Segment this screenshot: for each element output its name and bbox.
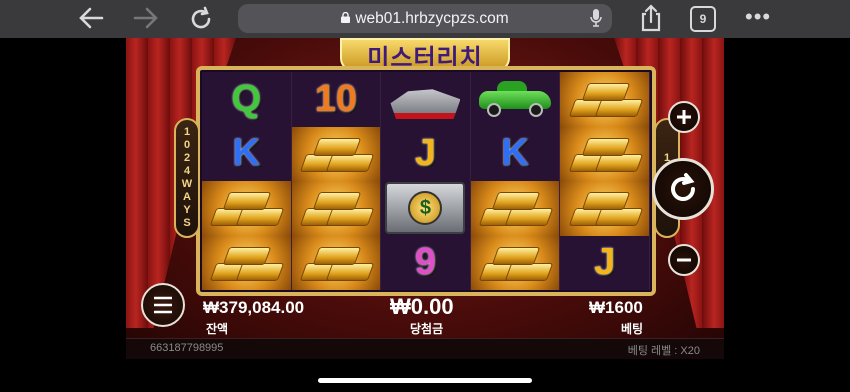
gold-bars-icon (568, 77, 643, 121)
gold-bars-icon (209, 241, 285, 285)
reel-cell (560, 72, 650, 127)
car-icon (479, 81, 552, 118)
bet-value: ₩1600 (589, 298, 643, 317)
more-options-icon[interactable]: ••• (745, 4, 771, 30)
menu-button[interactable] (141, 283, 185, 327)
tab-count-button[interactable]: 9 (690, 6, 716, 32)
win-value: ₩0.00 (390, 294, 454, 319)
microphone-icon[interactable] (590, 9, 602, 28)
spin-button[interactable] (652, 158, 714, 220)
reel-cell: $ (381, 181, 471, 236)
reel-grid: Q 10 K J K $9 J (202, 72, 650, 290)
reel-cell (381, 72, 471, 127)
reel-cell (470, 72, 561, 127)
gold-bars-icon (568, 132, 643, 176)
reel-cell (560, 126, 650, 181)
reel-cell: K (470, 126, 561, 181)
minus-icon (677, 258, 691, 262)
reel-cell (202, 181, 292, 236)
session-id: 663187798995 (150, 342, 224, 354)
reel-cell (291, 126, 382, 181)
back-arrow-icon[interactable] (76, 6, 106, 32)
reel-cell: Q (202, 72, 292, 127)
gold-bars-icon (478, 241, 554, 285)
ways-char: W (181, 178, 193, 190)
increase-bet-button[interactable] (668, 101, 700, 133)
gold-bars-icon (299, 186, 375, 230)
url-text: web01.hrbzycpzs.com (355, 9, 509, 27)
decrease-bet-button[interactable] (668, 244, 700, 276)
vault-icon: $ (385, 182, 466, 235)
ways-char: 2 (183, 152, 191, 164)
gold-bars-icon (568, 186, 643, 230)
share-icon[interactable] (636, 4, 666, 32)
reel-cell: K (202, 126, 292, 181)
bet-label: 베팅 (621, 322, 644, 336)
dollar-sign: $ (408, 191, 443, 226)
bet-level: 베팅 레벨 : X20 (627, 345, 700, 357)
symbol-q: Q (231, 77, 262, 120)
plus-icon (677, 110, 691, 124)
address-bar[interactable]: web01.hrbzycpzs.com (238, 4, 612, 33)
reel-cell (560, 181, 650, 236)
forward-arrow-icon[interactable] (131, 6, 161, 32)
symbol-j: J (414, 132, 437, 175)
balance-value: ₩379,084.00 (203, 298, 305, 317)
reel-cell (470, 181, 561, 236)
reel-cell: 10 (291, 72, 382, 127)
gold-bars-icon (299, 132, 375, 176)
symbol-9: 9 (414, 241, 437, 284)
gold-bars-icon (209, 186, 285, 230)
bottom-hud: ₩379,084.00 잔액 ₩0.00 당첨금 ₩1600 베팅 (126, 280, 724, 340)
ways-char: 4 (183, 165, 191, 177)
home-indicator[interactable] (318, 378, 532, 383)
reel-cell: J (381, 126, 471, 181)
gold-bars-icon (478, 186, 554, 230)
spin-icon (671, 173, 695, 201)
balance-label: 잔액 (206, 322, 229, 336)
symbol-k: K (501, 132, 529, 175)
ways-char: S (183, 217, 191, 229)
reload-icon[interactable] (186, 6, 216, 32)
info-bar: 663187798995 베팅 레벨 : X20 (126, 338, 724, 359)
browser-toolbar: web01.hrbzycpzs.com 9 ••• (0, 0, 850, 38)
hamburger-icon (154, 296, 172, 314)
reel-cell (291, 181, 382, 236)
symbol-j: J (594, 241, 616, 284)
ways-char: 0 (183, 139, 191, 151)
symbol-k: K (232, 132, 261, 175)
ways-char: Y (183, 204, 191, 216)
ways-char: A (183, 191, 191, 203)
speedboat-icon (390, 89, 461, 120)
ways-badge-left: 1024WAYS (174, 118, 200, 238)
lock-icon (341, 11, 351, 26)
win-label: 당첨금 (410, 322, 444, 336)
gold-bars-icon (299, 241, 375, 285)
ways-char: 1 (183, 126, 191, 138)
symbol-10: 10 (314, 77, 358, 120)
